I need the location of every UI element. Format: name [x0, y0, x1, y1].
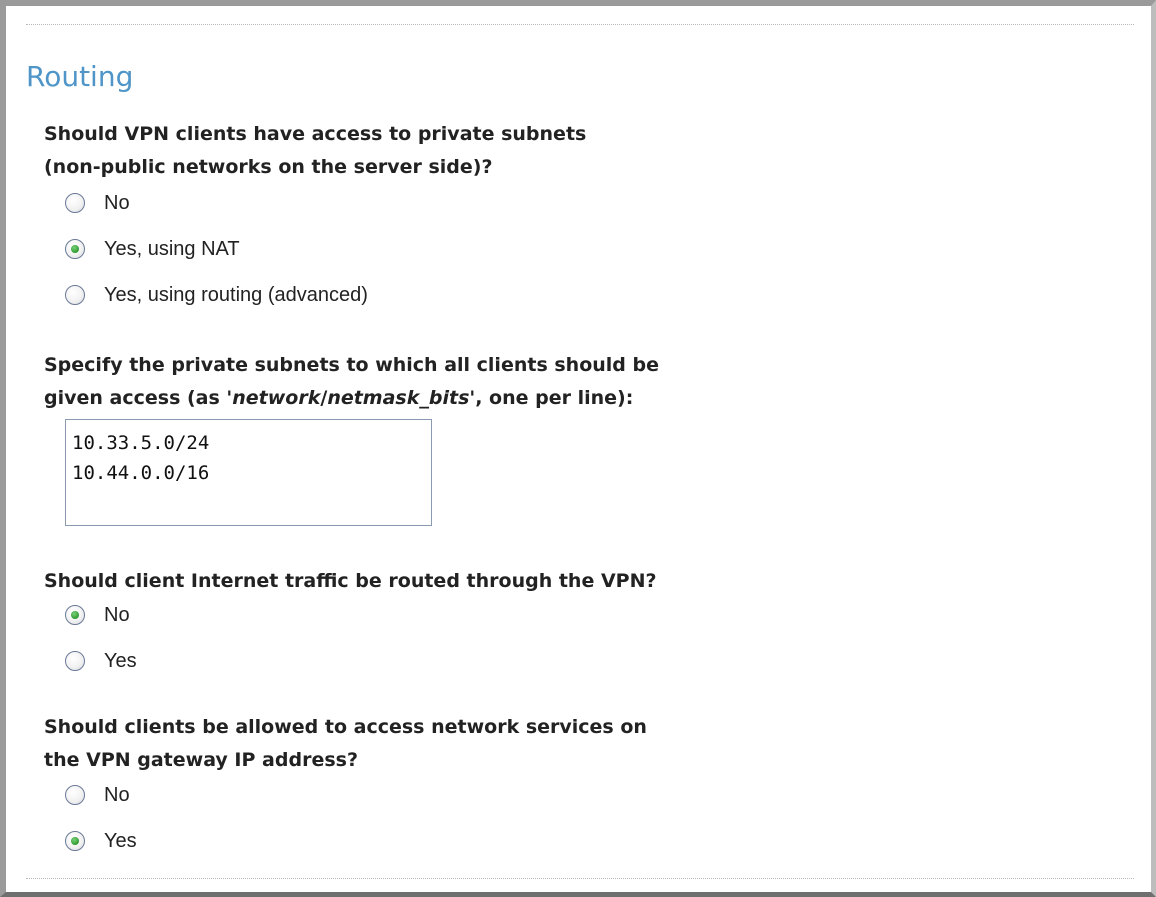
radio-label: Yes	[104, 650, 137, 672]
private-access-option-no[interactable]: No	[65, 189, 130, 217]
radio-label: Yes, using routing (advanced)	[104, 284, 368, 306]
private-access-option-routing[interactable]: Yes, using routing (advanced)	[65, 281, 368, 309]
gateway-services-option-yes[interactable]: Yes	[65, 827, 137, 855]
internet-traffic-no-radio[interactable]	[65, 605, 85, 625]
gateway-services-question: Should clients be allowed to access netw…	[44, 711, 804, 777]
netmask-term: netmask_bits	[327, 387, 470, 409]
private-access-no-radio[interactable]	[65, 193, 85, 213]
private-access-option-nat[interactable]: Yes, using NAT	[65, 235, 240, 263]
internet-traffic-question: Should client Internet traffic be routed…	[44, 565, 804, 598]
bottom-divider	[26, 878, 1134, 879]
gateway-services-no-radio[interactable]	[65, 785, 85, 805]
section-title: Routing	[26, 60, 134, 93]
subnets-question: Specify the private subnets to which all…	[44, 349, 804, 415]
private-access-routing-radio[interactable]	[65, 285, 85, 305]
question-text: given access (as '	[44, 387, 233, 409]
top-divider	[26, 24, 1134, 25]
network-term: network	[232, 387, 321, 409]
private-access-question: Should VPN clients have access to privat…	[44, 118, 804, 184]
radio-label: No	[104, 604, 130, 626]
subnet-entry: 10.33.5.0/24	[72, 432, 210, 454]
question-text: ', one per line):	[469, 387, 634, 409]
radio-label: No	[104, 192, 130, 214]
question-line: Should client Internet traffic be routed…	[44, 570, 657, 592]
question-line: Should clients be allowed to access netw…	[44, 716, 647, 738]
question-line: given access (as 'network/netmask_bits',…	[44, 382, 804, 415]
gateway-services-option-no[interactable]: No	[65, 781, 130, 809]
private-access-nat-radio[interactable]	[65, 239, 85, 259]
gateway-services-yes-radio[interactable]	[65, 831, 85, 851]
internet-traffic-option-no[interactable]: No	[65, 601, 130, 629]
question-line: the VPN gateway IP address?	[44, 749, 358, 771]
question-line: Should VPN clients have access to privat…	[44, 123, 587, 145]
internet-traffic-option-yes[interactable]: Yes	[65, 647, 137, 675]
radio-label: Yes	[104, 830, 137, 852]
radio-label: No	[104, 784, 130, 806]
internet-traffic-yes-radio[interactable]	[65, 651, 85, 671]
question-line: Specify the private subnets to which all…	[44, 354, 659, 376]
subnet-entry: 10.44.0.0/16	[72, 462, 210, 484]
radio-label: Yes, using NAT	[104, 238, 240, 260]
settings-panel: Routing Should VPN clients have access t…	[0, 0, 1156, 897]
question-line: (non-public networks on the server side)…	[44, 156, 493, 178]
private-subnets-textarea[interactable]: 10.33.5.0/24 10.44.0.0/16	[65, 419, 432, 526]
